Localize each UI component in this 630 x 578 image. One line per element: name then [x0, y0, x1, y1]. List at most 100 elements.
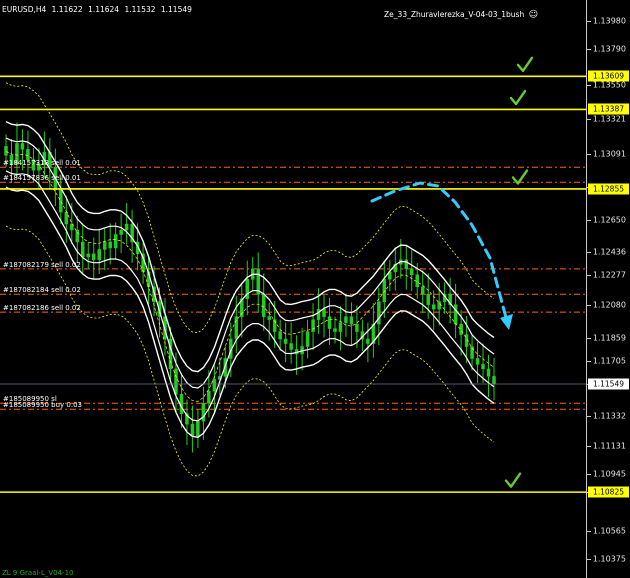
- candle-body: [59, 189, 63, 213]
- lower-inner-band: [5, 170, 495, 422]
- level-price-marker: 1.10825: [588, 486, 629, 498]
- axis-tick-label: 1.12277: [592, 270, 626, 280]
- axis-tick-label: 1.12080: [592, 300, 626, 310]
- order-label[interactable]: #187082179 sell 0.02: [3, 261, 81, 269]
- candle-body: [289, 343, 293, 350]
- check-mark-icon: [504, 472, 522, 488]
- candle-body: [492, 376, 496, 385]
- close-price: 1.11549: [160, 5, 192, 14]
- axis-tick-label: 1.11705: [592, 356, 626, 366]
- candle-body: [201, 403, 206, 422]
- candle-body: [81, 241, 85, 258]
- candle-body: [64, 211, 69, 225]
- candle-body: [234, 316, 239, 340]
- candle-body: [338, 322, 343, 332]
- candle-body: [4, 146, 8, 156]
- candle-body: [327, 316, 332, 329]
- axis-tick-label: 1.13550: [592, 80, 626, 90]
- order-label[interactable]: #187082184 sell 0.02: [3, 286, 81, 294]
- candle-body: [377, 301, 381, 325]
- axis-tick: [587, 153, 591, 155]
- axis-tick: [587, 251, 591, 253]
- candle-body: [316, 308, 321, 320]
- axis-tick: [587, 304, 591, 306]
- level-price-marker: 1.12855: [588, 183, 629, 195]
- candle-body: [124, 223, 129, 231]
- candle-body: [26, 149, 30, 161]
- axis-tick-label: 1.11332: [592, 411, 626, 421]
- low-price: 1.11532: [124, 5, 156, 14]
- axis-tick: [587, 446, 591, 448]
- symbol-label: EURUSD,H4: [2, 5, 47, 14]
- axis-tick-label: 1.13790: [592, 44, 626, 54]
- candle-body: [20, 143, 25, 150]
- candle-body: [305, 331, 310, 347]
- axis-tick: [587, 360, 591, 362]
- candle-body: [366, 338, 370, 344]
- axis-tick-label: 1.12436: [592, 247, 626, 256]
- smiley-face-icon[interactable]: ☺: [529, 10, 538, 20]
- candle-body: [311, 319, 315, 332]
- axis-tick: [587, 474, 591, 476]
- candle-body: [410, 268, 414, 276]
- candle-body: [119, 229, 123, 235]
- current-price-marker: 1.11549: [588, 378, 629, 390]
- axis-tick: [587, 49, 591, 51]
- candle-body: [437, 301, 441, 310]
- candle-body: [267, 316, 271, 320]
- axis-tick: [587, 559, 591, 561]
- axis-tick: [587, 275, 591, 277]
- candle-body: [322, 308, 326, 317]
- open-price: 1.11622: [51, 5, 83, 14]
- candle-body: [333, 328, 337, 332]
- candle-body: [75, 229, 80, 243]
- axis-tick-label: 1.13980: [592, 16, 626, 26]
- expert-advisor-label[interactable]: Ze_33_Zhuravlerezka_V-04-03_1bush ☺: [384, 10, 538, 20]
- candle-body: [97, 249, 101, 261]
- candle-body: [486, 368, 491, 377]
- axis-tick: [587, 530, 591, 532]
- candle-body: [355, 323, 359, 332]
- axis-tick-label: 1.11131: [592, 441, 626, 451]
- candle-body: [415, 274, 419, 288]
- outer-upper-envelope: [5, 82, 495, 334]
- order-label[interactable]: #187082186 sell 0.02: [3, 304, 81, 312]
- candle-body: [207, 391, 211, 404]
- level-price-marker: 1.13387: [588, 103, 629, 115]
- candle-body: [91, 253, 96, 261]
- candle-body: [475, 358, 480, 365]
- candle-body: [426, 293, 430, 305]
- axis-tick: [587, 219, 591, 221]
- chart-area[interactable]: EURUSD,H4 1.11622 1.11624 1.11532 1.1154…: [0, 0, 586, 578]
- axis-tick-label: 1.11859: [592, 333, 626, 343]
- axis-tick: [587, 20, 591, 22]
- candle-body: [190, 423, 195, 437]
- candle-body: [453, 304, 458, 325]
- candle-body: [349, 316, 354, 325]
- axis-tick-label: 1.10945: [592, 469, 626, 479]
- axis-tick-label: 1.13091: [592, 149, 626, 159]
- candle-body: [108, 241, 112, 249]
- order-label[interactable]: #184157318 sell 0.01: [3, 159, 81, 167]
- symbol-info: EURUSD,H4 1.11622 1.11624 1.11532 1.1154…: [2, 5, 195, 14]
- candle-body: [283, 338, 288, 344]
- indicator-label: ZL 9 Graal-L_V04-10: [2, 569, 74, 577]
- check-mark-icon: [509, 89, 527, 106]
- axis-tick: [587, 85, 591, 87]
- expert-advisor-name: Ze_33_Zhuravlerezka_V-04-03_1bush: [384, 10, 525, 19]
- axis-tick: [587, 337, 591, 339]
- high-price: 1.11624: [88, 5, 120, 14]
- order-label[interactable]: #185089950 buy 0.03: [3, 401, 82, 409]
- candle-body: [481, 364, 485, 370]
- candle-body: [113, 234, 118, 249]
- axis-tick-label: 1.12650: [592, 215, 626, 225]
- axis-tick: [587, 119, 591, 121]
- order-label[interactable]: #184157836 sell 0.01: [3, 174, 81, 182]
- chart-canvas[interactable]: [0, 0, 586, 578]
- candle-body: [102, 241, 107, 250]
- candle-body: [431, 304, 436, 310]
- axis-tick: [587, 416, 591, 418]
- candle-body: [86, 253, 90, 258]
- price-axis[interactable]: 1.13980 1.13790 1.13550 1.13321 1.13091 1.128…: [586, 0, 630, 578]
- axis-tick-label: 1.10565: [592, 526, 626, 536]
